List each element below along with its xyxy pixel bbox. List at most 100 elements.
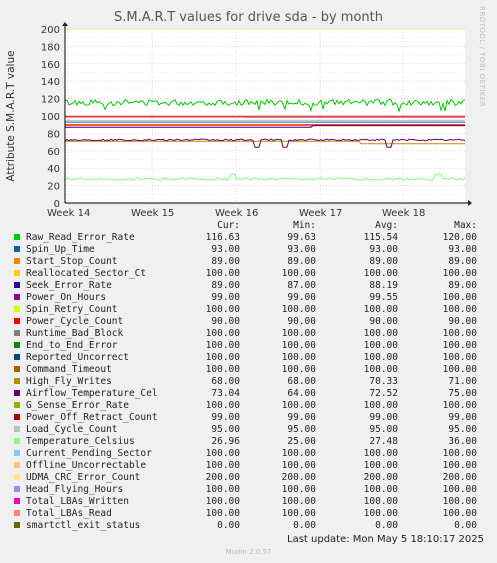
legend-cur: 100.00 bbox=[205, 352, 240, 363]
legend-avg: 100.00 bbox=[363, 460, 398, 471]
legend-max: 75.00 bbox=[448, 388, 477, 399]
y-tick-label: 160 bbox=[41, 60, 60, 71]
y-tick-label: 200 bbox=[41, 25, 60, 36]
legend-header: Cur: Min: Avg: Max: bbox=[0, 220, 497, 232]
legend-cur: 100.00 bbox=[205, 304, 240, 315]
legend-label: Seek_Error_Rate bbox=[26, 280, 112, 291]
legend-swatch bbox=[14, 282, 20, 288]
legend-row: Command_Timeout 100.00 100.00 100.00 100.00 bbox=[0, 364, 497, 376]
legend-max: 100.00 bbox=[442, 304, 477, 315]
y-tick-label: 180 bbox=[41, 42, 60, 53]
legend-avg: 100.00 bbox=[363, 340, 398, 351]
legend-avg: 88.19 bbox=[369, 280, 398, 291]
legend-label: Head_Flying_Hours bbox=[26, 484, 124, 495]
legend-avg: 100.00 bbox=[363, 484, 398, 495]
legend-min: 99.00 bbox=[287, 292, 316, 303]
y-tick-label: 60 bbox=[47, 147, 60, 158]
legend-min: 100.00 bbox=[281, 508, 316, 519]
legend-avg: 100.00 bbox=[363, 508, 398, 519]
legend-row: Power_On_Hours 99.00 99.00 99.55 100.00 bbox=[0, 292, 497, 304]
legend-cur: 200.00 bbox=[205, 472, 240, 483]
legend-label: Command_Timeout bbox=[26, 364, 112, 375]
legend-label: Spin_Up_Time bbox=[26, 244, 95, 255]
y-tick-label: 140 bbox=[41, 77, 60, 88]
legend-max: 95.00 bbox=[448, 424, 477, 435]
legend-swatch bbox=[14, 522, 20, 528]
legend-swatch bbox=[14, 486, 20, 492]
legend-row: Raw_Read_Error_Rate 116.63 99.63 115.54 120.… bbox=[0, 232, 497, 244]
legend-swatch bbox=[14, 306, 20, 312]
legend-row: Power_Cycle_Count 90.00 90.00 90.00 90.00 bbox=[0, 316, 497, 328]
legend-avg: 72.52 bbox=[369, 388, 398, 399]
legend-min: 99.00 bbox=[287, 412, 316, 423]
legend-row: High_Fly_Writes 68.00 68.00 70.33 71.00 bbox=[0, 376, 497, 388]
x-ticks: Week 14 Week 15 Week 16 Week 17 Week 18 bbox=[47, 208, 425, 219]
y-tick-label: 100 bbox=[41, 112, 60, 123]
legend-label: Power_On_Hours bbox=[26, 292, 107, 303]
legend-row: UDMA_CRC_Error_Count 200.00 200.00 200.00 20… bbox=[0, 472, 497, 484]
y-tick-label: 120 bbox=[41, 95, 60, 106]
legend-min: 0.00 bbox=[293, 520, 316, 531]
legend-max: 100.00 bbox=[442, 448, 477, 459]
legend-label: Current_Pending_Sector bbox=[26, 448, 152, 459]
legend-min: 95.00 bbox=[287, 424, 316, 435]
legend-cur: 100.00 bbox=[205, 460, 240, 471]
legend-label: Temperature_Celsius bbox=[26, 436, 135, 447]
legend-min: 100.00 bbox=[281, 448, 316, 459]
legend-label: Airflow_Temperature_Cel bbox=[26, 388, 158, 399]
legend-swatch bbox=[14, 426, 20, 432]
x-tick-label: Week 15 bbox=[131, 208, 174, 219]
legend-cur: 99.00 bbox=[211, 412, 240, 423]
legend-cur: 100.00 bbox=[205, 364, 240, 375]
munin-version: Munin 2.0.57 bbox=[225, 548, 272, 556]
legend-min: 100.00 bbox=[281, 268, 316, 279]
legend-row: Reported_Uncorrect 100.00 100.00 100.00 100.… bbox=[0, 352, 497, 364]
y-tick-label: 80 bbox=[47, 129, 60, 140]
legend-cur: 100.00 bbox=[205, 268, 240, 279]
legend-swatch bbox=[14, 378, 20, 384]
legend-row: Seek_Error_Rate 89.00 87.00 88.19 89.00 bbox=[0, 280, 497, 292]
legend-min: 25.00 bbox=[287, 436, 316, 447]
legend-row: G_Sense_Error_Rate 100.00 100.00 100.00 100.… bbox=[0, 400, 497, 412]
legend-swatch bbox=[14, 402, 20, 408]
legend-min: 100.00 bbox=[281, 328, 316, 339]
legend-header-max: Max: bbox=[454, 220, 477, 231]
legend-label: UDMA_CRC_Error_Count bbox=[26, 472, 141, 483]
legend-max: 71.00 bbox=[448, 376, 477, 387]
legend-label: High_Fly_Writes bbox=[26, 376, 112, 387]
legend-header-min: Min: bbox=[293, 220, 316, 231]
legend-label: Load_Cycle_Count bbox=[26, 424, 118, 435]
legend-label: Runtime_Bad_Block bbox=[26, 328, 124, 339]
legend-max: 100.00 bbox=[442, 508, 477, 519]
legend-cur: 99.00 bbox=[211, 292, 240, 303]
legend-swatch bbox=[14, 330, 20, 336]
legend-max: 100.00 bbox=[442, 460, 477, 471]
legend-cur: 116.63 bbox=[205, 232, 240, 243]
legend-min: 99.63 bbox=[287, 232, 316, 243]
legend-avg: 100.00 bbox=[363, 268, 398, 279]
legend-max: 90.00 bbox=[448, 316, 477, 327]
legend-label: Offline_Uncorrectable bbox=[26, 460, 147, 471]
legend-cur: 90.00 bbox=[211, 316, 240, 327]
legend-avg: 99.55 bbox=[369, 292, 398, 303]
legend-avg: 99.00 bbox=[369, 412, 398, 423]
legend-max: 100.00 bbox=[442, 364, 477, 375]
legend-min: 89.00 bbox=[287, 256, 316, 267]
legend-swatch bbox=[14, 462, 20, 468]
legend-row: Reallocated_Sector_Ct 100.00 100.00 100.00 1… bbox=[0, 268, 497, 280]
legend-row: End_to_End_Error 100.00 100.00 100.00 100.00 bbox=[0, 340, 497, 352]
legend-swatch bbox=[14, 474, 20, 480]
legend-label: Power_Cycle_Count bbox=[26, 316, 124, 327]
legend-max: 36.00 bbox=[448, 436, 477, 447]
legend-avg: 89.00 bbox=[369, 256, 398, 267]
legend-avg: 100.00 bbox=[363, 352, 398, 363]
legend-min: 68.00 bbox=[287, 376, 316, 387]
legend-row: Head_Flying_Hours 100.00 100.00 100.00 100.0… bbox=[0, 484, 497, 496]
legend-max: 200.00 bbox=[442, 472, 477, 483]
legend-label: smartctl_exit_status bbox=[26, 520, 141, 531]
legend-label: Total_LBAs_Written bbox=[26, 496, 129, 507]
legend-avg: 100.00 bbox=[363, 496, 398, 507]
legend-swatch bbox=[14, 498, 20, 504]
y-axis-label: Attribute S.M.A.R.T value bbox=[5, 50, 17, 181]
x-tick-label: Week 17 bbox=[299, 208, 342, 219]
